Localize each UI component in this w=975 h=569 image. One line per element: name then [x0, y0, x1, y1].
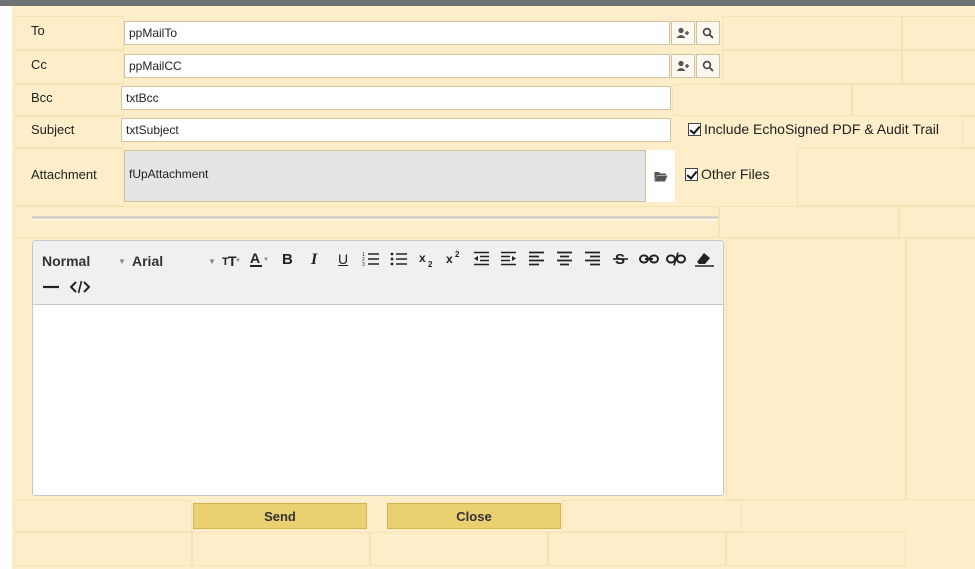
grid-cell — [902, 16, 975, 50]
svg-text:▼: ▼ — [235, 258, 240, 264]
svg-text:3: 3 — [362, 262, 365, 267]
font-color-icon[interactable]: A ▼ — [249, 250, 271, 268]
search-recipient-button[interactable] — [696, 54, 720, 78]
grid-cell — [852, 84, 975, 116]
grid-cell — [14, 206, 719, 238]
source-code-icon[interactable] — [70, 280, 90, 294]
separator-line — [32, 216, 718, 220]
align-left-icon[interactable] — [528, 251, 545, 267]
horizontal-rule-icon[interactable] — [42, 281, 60, 293]
italic-button[interactable]: I — [311, 252, 317, 268]
grid-cell — [719, 206, 899, 238]
rich-text-editor: Normal ▼ Arial ▼ TT▼ A▼ B I U 123 x2 x2 … — [32, 240, 724, 496]
editor-toolbar: Normal ▼ Arial ▼ TT▼ A▼ B I U 123 x2 x2 … — [33, 241, 723, 305]
contact-icon — [676, 60, 689, 71]
grid-cell — [797, 148, 975, 206]
address-book-button[interactable] — [671, 54, 695, 78]
search-icon — [702, 60, 714, 72]
superscript-icon[interactable]: x2 — [446, 249, 464, 267]
grid-cell — [722, 16, 902, 50]
svg-text:A: A — [250, 250, 260, 266]
other-files-checkbox[interactable]: Other Files — [685, 166, 769, 182]
close-button[interactable]: Close — [387, 503, 561, 529]
unlink-icon[interactable] — [666, 252, 686, 266]
subject-label: Subject — [31, 122, 75, 137]
clear-format-icon[interactable] — [693, 250, 715, 268]
address-book-button[interactable] — [671, 21, 695, 45]
svg-text:▼: ▼ — [263, 257, 269, 263]
editor-content-area[interactable] — [33, 305, 723, 495]
grid-cell — [192, 532, 370, 566]
attachment-field[interactable]: fUpAttachment — [124, 150, 674, 202]
folder-open-icon — [654, 171, 667, 181]
unordered-list-icon[interactable] — [390, 251, 408, 267]
grid-cell — [14, 532, 192, 566]
to-field[interactable]: ppMailTo — [124, 21, 670, 45]
bcc-label: Bcc — [31, 90, 53, 105]
search-recipient-button[interactable] — [696, 21, 720, 45]
cc-field[interactable]: ppMailCC — [124, 54, 670, 78]
checkbox-checked-icon — [688, 122, 701, 136]
font-select[interactable]: Arial — [132, 253, 163, 269]
font-dropdown-icon: ▼ — [208, 257, 216, 266]
attachment-label: Attachment — [31, 167, 97, 182]
grid-cell — [726, 532, 906, 566]
grid-cell — [14, 500, 192, 532]
to-label: To — [31, 23, 45, 38]
align-right-icon[interactable] — [584, 251, 601, 267]
send-button[interactable]: Send — [193, 503, 367, 529]
format-select[interactable]: Normal — [42, 253, 90, 269]
search-icon — [702, 27, 714, 39]
underline-button[interactable]: U — [338, 251, 348, 267]
grid-cell — [672, 84, 852, 116]
svg-text:x: x — [446, 252, 453, 266]
grid-cell — [562, 500, 742, 532]
subscript-icon[interactable]: x2 — [419, 250, 437, 268]
grid-cell — [902, 50, 975, 84]
svg-text:2: 2 — [455, 250, 460, 259]
other-files-label: Other Files — [701, 166, 770, 182]
include-echosigned-label: Include EchoSigned PDF & Audit Trail — [704, 121, 940, 137]
cc-label: Cc — [31, 57, 47, 72]
ordered-list-icon[interactable]: 123 — [362, 251, 380, 267]
window-left-margin — [0, 6, 12, 569]
include-echosigned-checkbox[interactable]: Include EchoSigned PDF & Audit Trail — [688, 121, 939, 137]
indent-icon[interactable] — [500, 251, 517, 267]
bold-button[interactable]: B — [282, 252, 293, 268]
grid-cell — [962, 116, 975, 148]
bcc-field[interactable]: txtBcc — [121, 86, 671, 110]
link-icon[interactable] — [639, 252, 659, 266]
align-center-icon[interactable] — [556, 251, 573, 267]
checkbox-checked-icon — [685, 167, 698, 181]
contact-icon — [676, 27, 689, 38]
grid-cell — [370, 532, 548, 566]
outdent-icon[interactable] — [473, 251, 490, 267]
format-dropdown-icon: ▼ — [118, 257, 126, 266]
grid-cell — [906, 238, 975, 500]
text-size-icon[interactable]: TT▼ — [222, 252, 240, 268]
grid-cell — [722, 50, 902, 84]
browse-files-button[interactable] — [645, 150, 675, 202]
grid-cell — [548, 532, 726, 566]
svg-text:x: x — [419, 251, 426, 265]
grid-cell — [726, 238, 906, 500]
grid-cell — [899, 206, 975, 238]
strikethrough-icon[interactable]: S — [613, 250, 629, 268]
subject-field[interactable]: txtSubject — [121, 118, 671, 142]
svg-text:2: 2 — [428, 260, 433, 268]
